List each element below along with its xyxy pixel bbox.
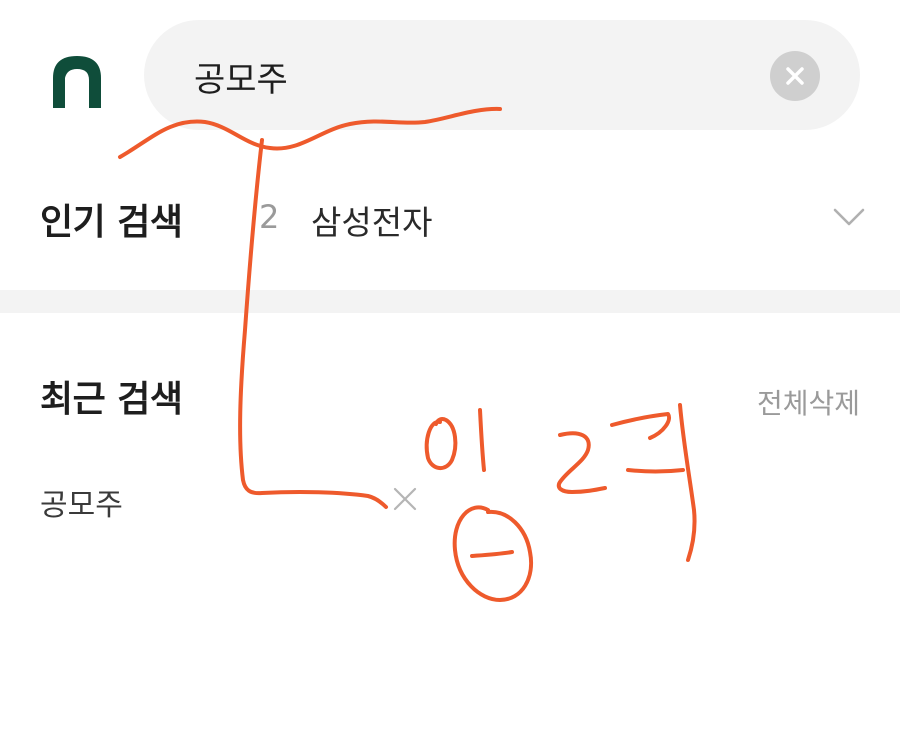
section-divider (0, 290, 900, 313)
recent-search-item[interactable]: 공모주 (40, 478, 430, 523)
recent-search-title: 최근 검색 (40, 379, 183, 420)
chevron-down-icon (833, 208, 865, 226)
popular-rank: 2 (259, 198, 280, 236)
clear-circle-icon (786, 67, 804, 85)
close-icon (393, 487, 417, 511)
search-bar (144, 20, 860, 130)
clear-search-button[interactable] (770, 51, 820, 101)
popular-expand-button[interactable] (832, 206, 866, 228)
recent-search-item-label: 공모주 (40, 488, 123, 523)
popular-keyword-link[interactable]: 삼성전자 (311, 196, 432, 244)
search-screen: 인기 검색 2 삼성전자 최근 검색 전체삭제 공모주 (0, 0, 900, 740)
popular-search-title: 인기 검색 (40, 202, 183, 243)
brand-logo-icon[interactable] (48, 52, 106, 108)
search-input[interactable] (194, 48, 754, 104)
delete-all-button[interactable]: 전체삭제 (757, 382, 860, 422)
remove-recent-item-button[interactable] (392, 486, 418, 512)
